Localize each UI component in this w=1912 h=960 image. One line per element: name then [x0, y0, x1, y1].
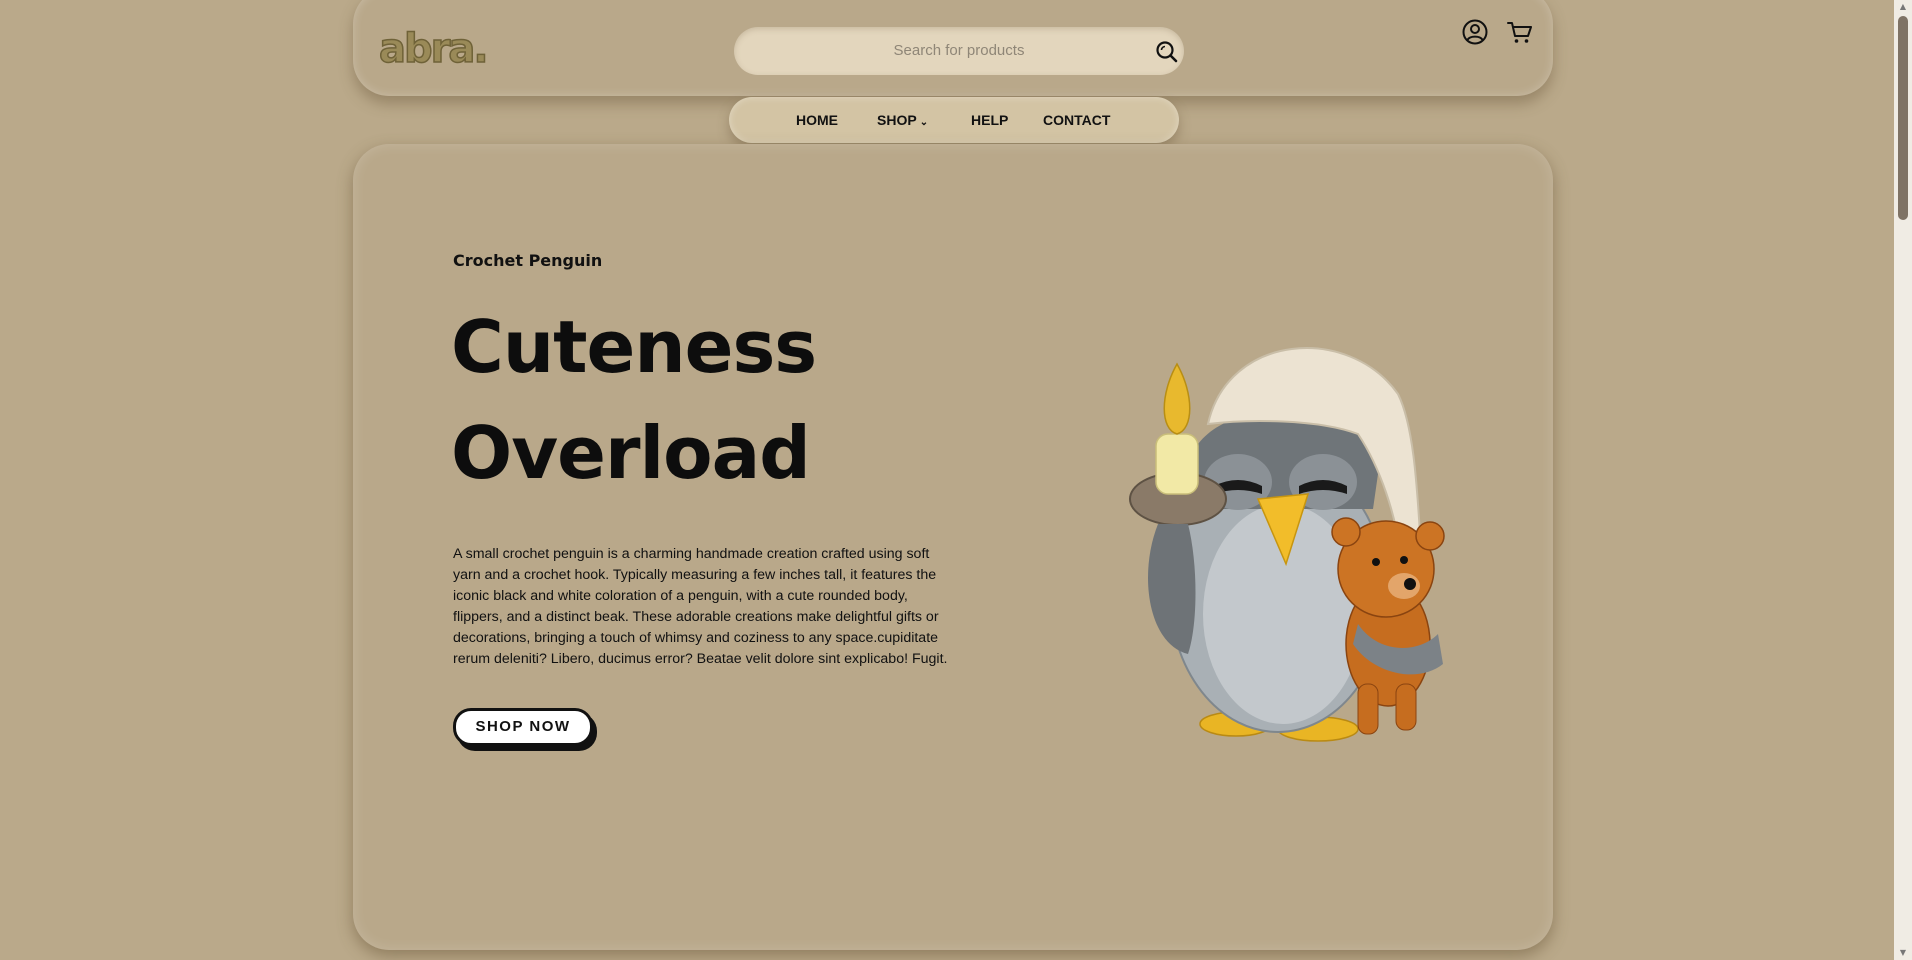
user-icon[interactable]: [1461, 18, 1489, 46]
nav-shop-label: SHOP: [877, 112, 917, 128]
nav-help[interactable]: HELP: [971, 97, 1008, 143]
headline-line-2: Overload: [451, 411, 811, 495]
site-header: abra. Search for products: [353, 0, 1553, 96]
search-icon[interactable]: [1154, 39, 1180, 65]
nav-shop[interactable]: SHOP ⌄: [877, 97, 928, 143]
page-scrollbar[interactable]: ▲ ▼: [1894, 0, 1912, 960]
penguin-wing: [1148, 524, 1196, 654]
hero-eyebrow: Crochet Penguin: [453, 251, 603, 270]
hero-headline: Cuteness Overload: [451, 294, 817, 506]
headline-line-1: Cuteness: [451, 305, 817, 389]
logo-wordmark: abra.: [379, 26, 487, 72]
scroll-down-arrow-icon[interactable]: ▼: [1894, 946, 1912, 960]
page: abra. Search for products HOME SHOP ⌄ HEL…: [0, 0, 1894, 960]
shop-now-button[interactable]: SHOP NOW: [453, 708, 593, 746]
scroll-up-arrow-icon[interactable]: ▲: [1894, 0, 1912, 14]
chevron-down-icon: ⌄: [919, 117, 929, 128]
nav-home[interactable]: HOME: [796, 97, 838, 143]
main-nav: HOME SHOP ⌄ HELP CONTACT: [729, 97, 1179, 143]
teddy-bear: [1331, 517, 1445, 735]
cart-icon[interactable]: [1506, 18, 1534, 46]
brand-logo[interactable]: abra.: [375, 24, 511, 72]
search-input[interactable]: Search for products: [734, 27, 1184, 75]
scroll-thumb[interactable]: [1898, 16, 1908, 220]
nav-contact[interactable]: CONTACT: [1043, 97, 1110, 143]
hero-description: A small crochet penguin is a charming ha…: [453, 546, 948, 668]
penguin-product-image: [1129, 347, 1445, 742]
hero-card: Crochet Penguin Cuteness Overload A smal…: [353, 144, 1553, 950]
search-bar[interactable]: Search for products: [734, 27, 1184, 75]
